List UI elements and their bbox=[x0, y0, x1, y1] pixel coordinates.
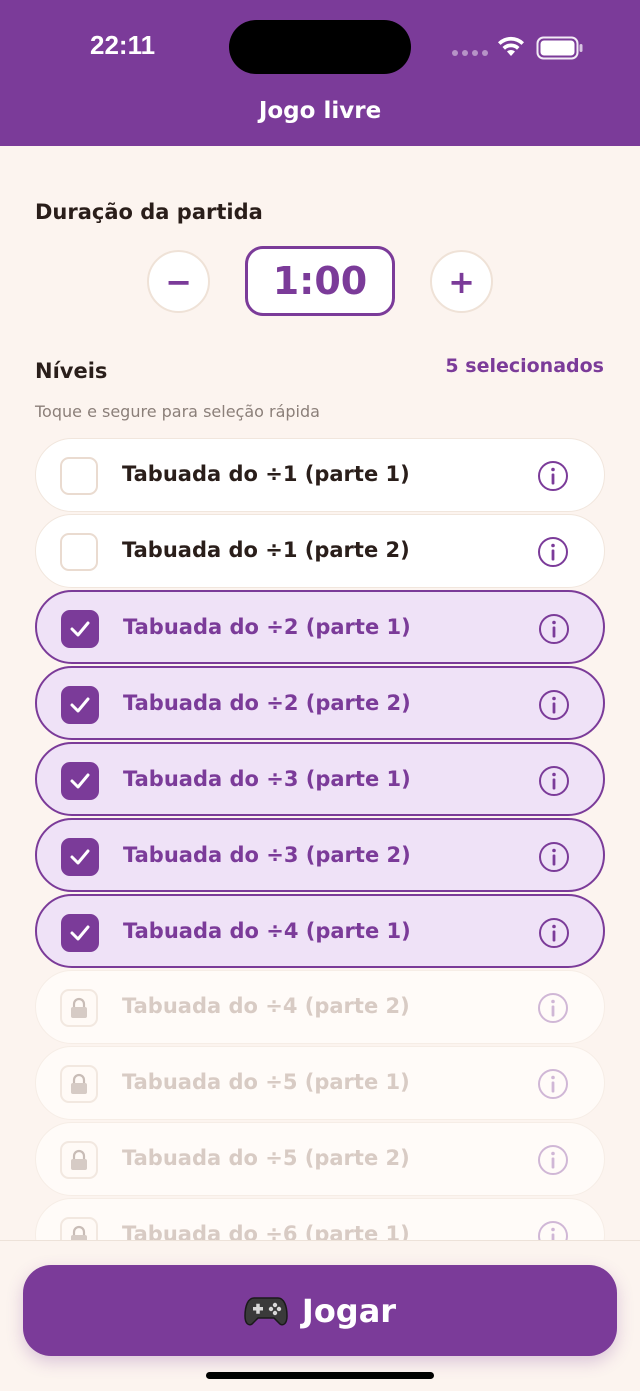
level-label: Tabuada do ÷3 (parte 2) bbox=[123, 843, 411, 867]
level-label: Tabuada do ÷5 (parte 1) bbox=[122, 1070, 410, 1094]
level-label: Tabuada do ÷5 (parte 2) bbox=[122, 1146, 410, 1170]
info-icon bbox=[538, 1145, 568, 1175]
level-label: Tabuada do ÷3 (parte 1) bbox=[123, 767, 411, 791]
checkmark-icon bbox=[70, 773, 90, 789]
play-button[interactable]: Jogar bbox=[23, 1265, 617, 1356]
level-checkbox[interactable] bbox=[60, 533, 98, 571]
lock-icon bbox=[71, 1149, 87, 1170]
dynamic-island bbox=[229, 20, 411, 74]
level-checkbox-locked bbox=[60, 1141, 98, 1179]
game-controller-icon bbox=[244, 1296, 288, 1325]
level-checkbox-checked[interactable] bbox=[61, 686, 99, 724]
checkmark-icon bbox=[70, 925, 90, 941]
level-checkbox-checked[interactable] bbox=[61, 762, 99, 800]
level-row[interactable]: Tabuada do ÷1 (parte 1) bbox=[35, 438, 605, 512]
level-label: Tabuada do ÷2 (parte 2) bbox=[123, 691, 411, 715]
level-checkbox-checked[interactable] bbox=[61, 838, 99, 876]
info-icon bbox=[538, 993, 568, 1023]
checkmark-icon bbox=[70, 849, 90, 865]
level-label: Tabuada do ÷4 (parte 2) bbox=[122, 994, 410, 1018]
info-icon bbox=[538, 1221, 568, 1240]
lock-icon bbox=[71, 1225, 87, 1240]
wifi-icon bbox=[498, 36, 524, 56]
level-label: Tabuada do ÷6 (parte 1) bbox=[122, 1222, 410, 1240]
increment-duration-button[interactable]: + bbox=[430, 250, 493, 313]
level-checkbox-locked bbox=[60, 989, 98, 1027]
checkmark-icon bbox=[70, 697, 90, 713]
level-row[interactable]: Tabuada do ÷1 (parte 2) bbox=[35, 514, 605, 588]
levels-list: Tabuada do ÷1 (parte 1) Tabuada do ÷1 (pa… bbox=[0, 438, 640, 1240]
levels-label: Níveis bbox=[35, 359, 108, 383]
quick-select-hint: Toque e segure para seleção rápida bbox=[35, 402, 320, 421]
info-icon[interactable] bbox=[537, 688, 571, 722]
level-label: Tabuada do ÷1 (parte 1) bbox=[122, 462, 410, 486]
level-row[interactable]: Tabuada do ÷3 (parte 2) bbox=[35, 818, 605, 892]
duration-value: 1:00 bbox=[245, 246, 395, 316]
level-label: Tabuada do ÷4 (parte 1) bbox=[123, 919, 411, 943]
lock-icon bbox=[71, 1073, 87, 1094]
level-row[interactable]: Tabuada do ÷2 (parte 1) bbox=[35, 590, 605, 664]
level-row: Tabuada do ÷4 (parte 2) bbox=[35, 970, 605, 1044]
info-icon[interactable] bbox=[537, 612, 571, 646]
info-icon[interactable] bbox=[537, 840, 571, 874]
level-row: Tabuada do ÷6 (parte 1) bbox=[35, 1198, 605, 1240]
level-label: Tabuada do ÷1 (parte 2) bbox=[122, 538, 410, 562]
selected-count: 5 selecionados bbox=[445, 355, 604, 377]
level-checkbox[interactable] bbox=[60, 457, 98, 495]
lock-icon bbox=[71, 997, 87, 1018]
header: 22:11 Jogo livre bbox=[0, 0, 640, 146]
home-indicator bbox=[206, 1372, 434, 1379]
page-title: Jogo livre bbox=[258, 98, 382, 124]
info-icon bbox=[538, 1069, 568, 1099]
duration-label: Duração da partida bbox=[35, 200, 263, 224]
checkmark-icon bbox=[70, 621, 90, 637]
signal-icon bbox=[452, 50, 488, 56]
decrement-duration-button[interactable]: − bbox=[147, 250, 210, 313]
info-icon[interactable] bbox=[536, 535, 570, 569]
info-icon[interactable] bbox=[537, 916, 571, 950]
level-checkbox-checked[interactable] bbox=[61, 610, 99, 648]
level-row: Tabuada do ÷5 (parte 2) bbox=[35, 1122, 605, 1196]
level-row[interactable]: Tabuada do ÷4 (parte 1) bbox=[35, 894, 605, 968]
level-checkbox-locked bbox=[60, 1065, 98, 1103]
level-checkbox-checked[interactable] bbox=[61, 914, 99, 952]
info-icon[interactable] bbox=[536, 459, 570, 493]
play-button-label: Jogar bbox=[301, 1291, 397, 1330]
battery-icon bbox=[536, 36, 583, 60]
status-time: 22:11 bbox=[90, 30, 156, 60]
level-row: Tabuada do ÷5 (parte 1) bbox=[35, 1046, 605, 1120]
level-row[interactable]: Tabuada do ÷2 (parte 2) bbox=[35, 666, 605, 740]
info-icon[interactable] bbox=[537, 764, 571, 798]
level-label: Tabuada do ÷2 (parte 1) bbox=[123, 615, 411, 639]
level-row[interactable]: Tabuada do ÷3 (parte 1) bbox=[35, 742, 605, 816]
level-checkbox-locked bbox=[60, 1217, 98, 1240]
